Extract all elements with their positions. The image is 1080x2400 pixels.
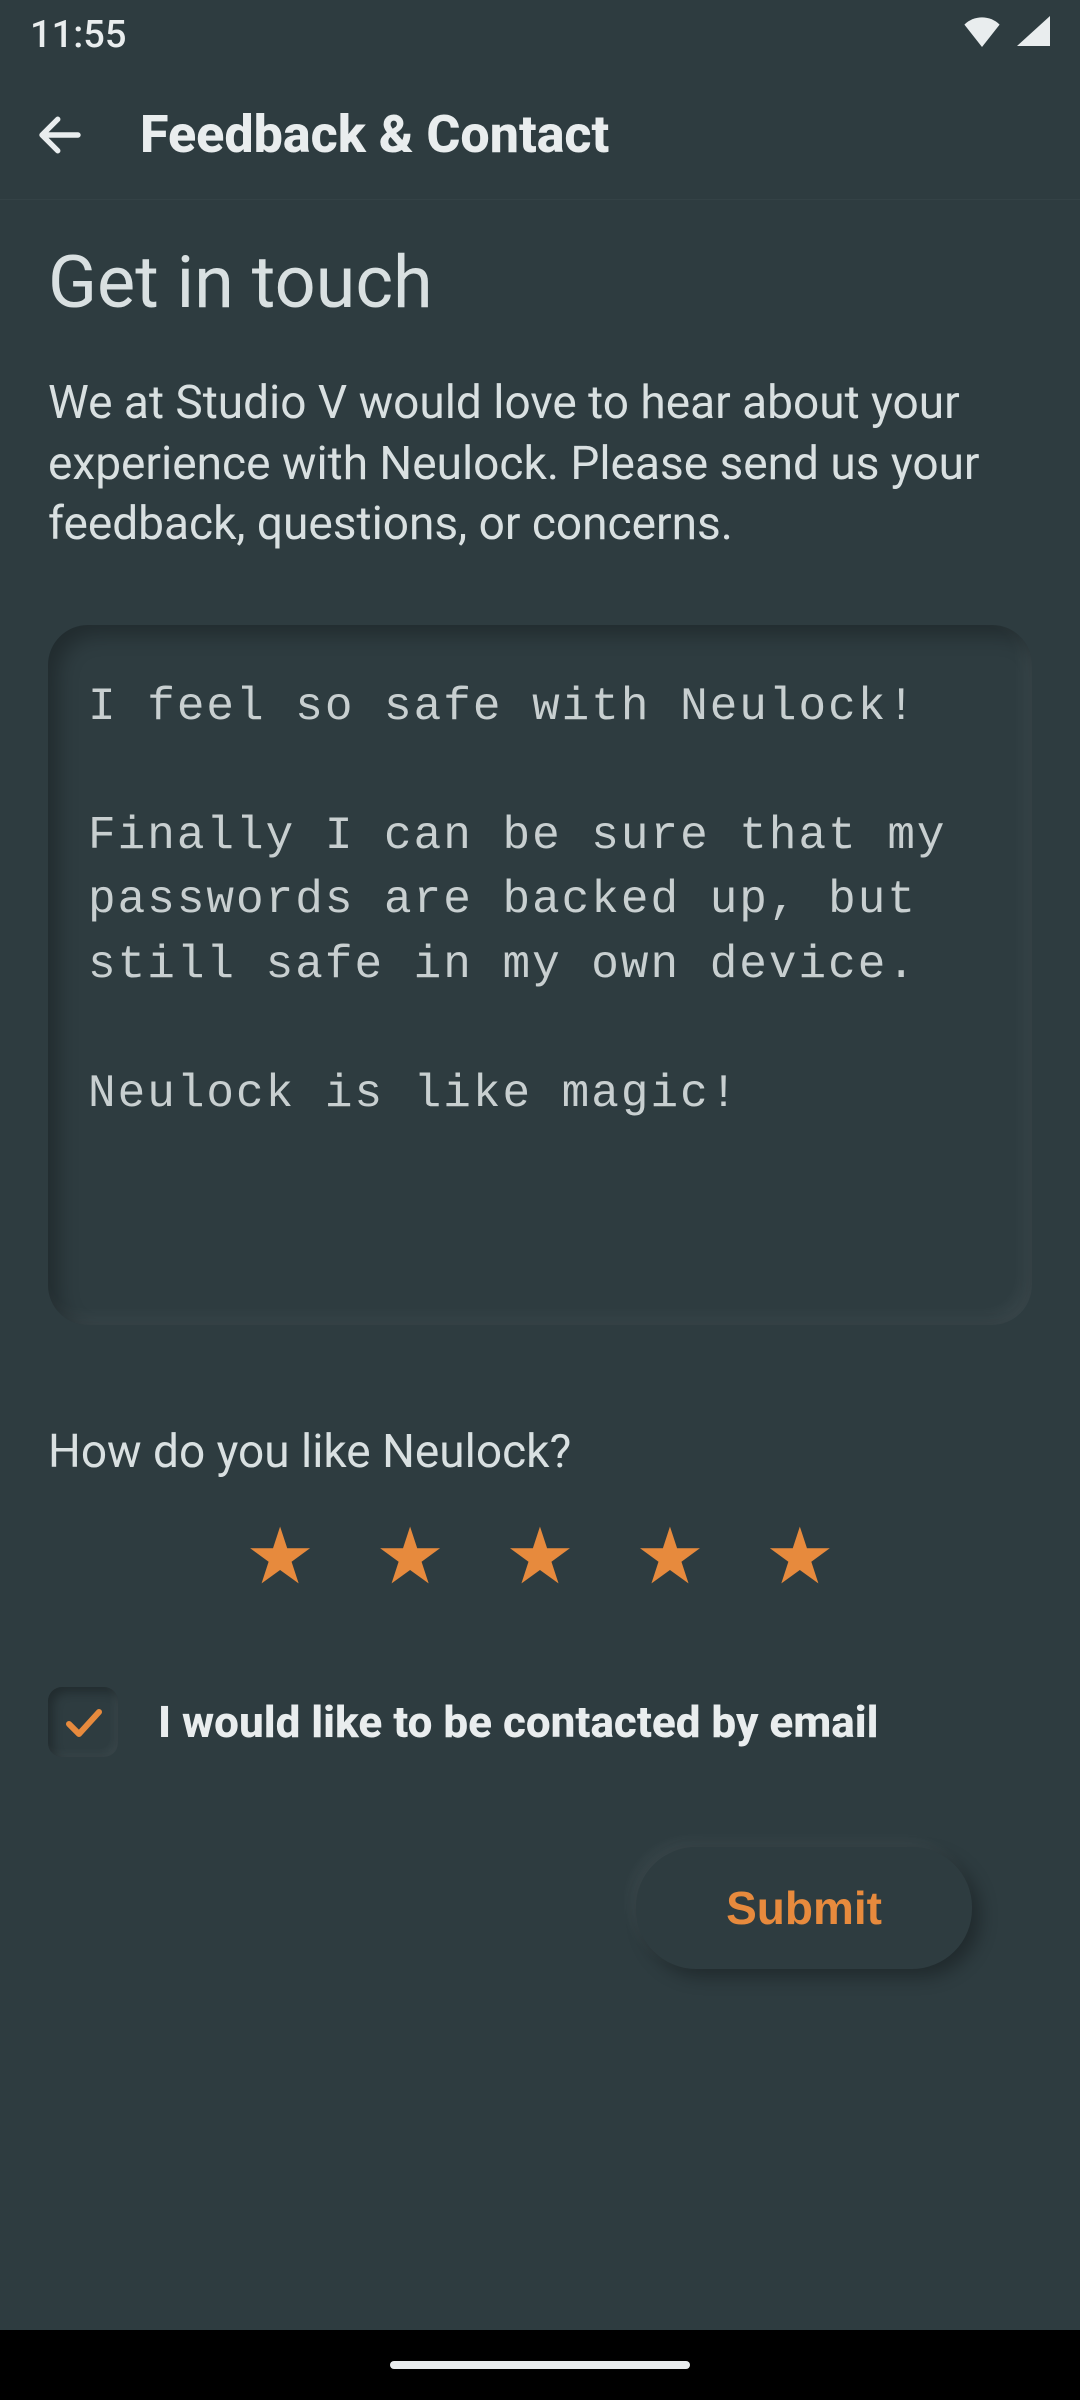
submit-button[interactable]: Submit — [636, 1847, 972, 1969]
contact-checkbox-row: I would like to be contacted by email — [48, 1687, 1032, 1757]
contact-checkbox[interactable] — [48, 1687, 118, 1757]
rating-label: How do you like Neulock? — [48, 1425, 1032, 1479]
star-5[interactable]: ★ — [765, 1519, 835, 1597]
submit-row: Submit — [48, 1847, 1032, 1969]
nav-handle[interactable] — [390, 2361, 690, 2369]
back-button[interactable] — [30, 105, 90, 165]
arrow-left-icon — [33, 108, 87, 162]
star-3[interactable]: ★ — [505, 1519, 575, 1597]
status-icons — [962, 13, 1050, 57]
star-2[interactable]: ★ — [375, 1519, 445, 1597]
page-content: Get in touch We at Studio V would love t… — [0, 200, 1080, 1969]
status-time: 11:55 — [30, 13, 126, 57]
intro-text: We at Studio V would love to hear about … — [48, 373, 1032, 555]
check-icon — [59, 1698, 107, 1746]
system-nav-bar — [0, 2330, 1080, 2400]
feedback-input-container[interactable]: I feel so safe with Neulock! Finally I c… — [48, 625, 1032, 1325]
rating-stars: ★ ★ ★ ★ ★ — [48, 1519, 1032, 1597]
page-heading: Get in touch — [48, 240, 1032, 325]
app-bar: Feedback & Contact — [0, 70, 1080, 200]
star-1[interactable]: ★ — [245, 1519, 315, 1597]
contact-checkbox-label: I would like to be contacted by email — [158, 1696, 878, 1748]
star-4[interactable]: ★ — [635, 1519, 705, 1597]
app-bar-title: Feedback & Contact — [140, 104, 609, 165]
feedback-textarea[interactable]: I feel so safe with Neulock! Finally I c… — [88, 675, 992, 1126]
cellular-signal-icon — [1014, 13, 1050, 57]
status-bar: 11:55 — [0, 0, 1080, 70]
wifi-icon — [962, 13, 1002, 57]
